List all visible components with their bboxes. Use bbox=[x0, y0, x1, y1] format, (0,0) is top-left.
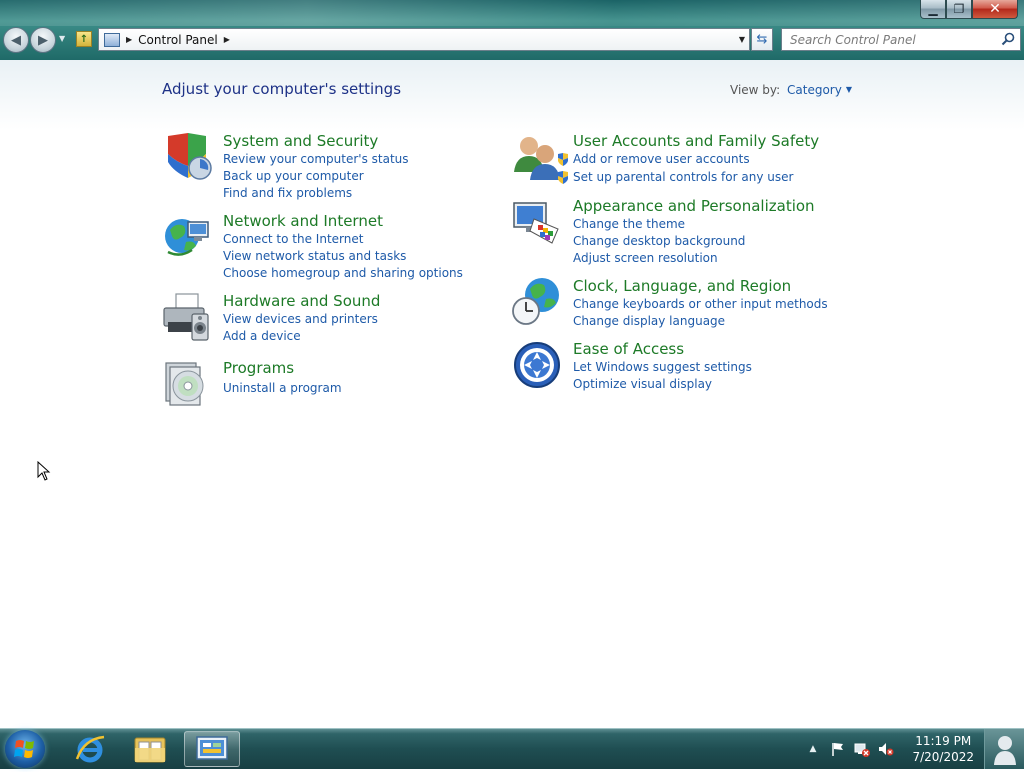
up-folder-icon[interactable]: ↑ bbox=[76, 31, 92, 47]
recent-pages-dropdown[interactable]: ▼ bbox=[59, 34, 65, 43]
windows-logo-icon bbox=[14, 740, 34, 758]
category-title[interactable]: Hardware and Sound bbox=[223, 292, 380, 310]
network-disconnected-icon[interactable] bbox=[854, 741, 871, 757]
search-input[interactable] bbox=[788, 31, 1002, 48]
control-panel-icon bbox=[196, 736, 228, 760]
clock-date: 7/20/2022 bbox=[912, 750, 974, 764]
ease-of-access-icon[interactable] bbox=[512, 340, 562, 390]
category-title[interactable]: Network and Internet bbox=[223, 212, 383, 230]
address-dropdown-icon[interactable]: ▼ bbox=[739, 35, 745, 44]
network-globe-icon[interactable] bbox=[162, 212, 212, 262]
internet-explorer-icon bbox=[75, 735, 105, 763]
link-back-up[interactable]: Back up your computer bbox=[223, 168, 409, 185]
folder-icon bbox=[134, 737, 166, 763]
users-icon[interactable] bbox=[512, 132, 562, 182]
category-title[interactable]: Programs bbox=[223, 359, 294, 377]
uac-shield-icon bbox=[558, 171, 568, 184]
view-by-value[interactable]: Category bbox=[787, 83, 842, 97]
link-keyboards-input[interactable]: Change keyboards or other input methods bbox=[573, 296, 828, 313]
user-silhouette-icon bbox=[993, 736, 1016, 765]
category-title[interactable]: System and Security bbox=[223, 132, 378, 150]
back-arrow-icon: ◀ bbox=[11, 32, 21, 48]
link-add-device[interactable]: Add a device bbox=[223, 328, 378, 345]
monitor-palette-icon[interactable] bbox=[512, 197, 562, 247]
show-desktop-button[interactable] bbox=[984, 729, 1024, 769]
link-optimize-visual[interactable]: Optimize visual display bbox=[573, 376, 752, 393]
link-uninstall-program[interactable]: Uninstall a program bbox=[223, 380, 342, 397]
category-title[interactable]: Appearance and Personalization bbox=[573, 197, 815, 215]
link-label[interactable]: Set up parental controls for any user bbox=[573, 170, 793, 184]
uac-shield-icon bbox=[558, 153, 568, 166]
taskbar-control-panel[interactable] bbox=[184, 731, 240, 767]
link-find-fix[interactable]: Find and fix problems bbox=[223, 185, 409, 202]
link-screen-resolution[interactable]: Adjust screen resolution bbox=[573, 250, 745, 267]
category-title[interactable]: Clock, Language, and Region bbox=[573, 277, 791, 295]
minimize-button[interactable]: ▁ bbox=[920, 0, 946, 19]
clock-globe-icon[interactable] bbox=[512, 277, 562, 327]
close-button[interactable]: ✕ bbox=[972, 0, 1018, 19]
forward-button[interactable]: ▶ bbox=[30, 27, 56, 53]
link-parental-controls[interactable]: Set up parental controls for any user bbox=[557, 169, 793, 186]
forward-arrow-icon: ▶ bbox=[38, 32, 48, 48]
taskbar: ▲ 11:19 PM 7/20/2022 bbox=[0, 728, 1024, 769]
view-by-label: View by: bbox=[730, 83, 781, 97]
page-title: Adjust your computer's settings bbox=[162, 80, 402, 98]
control-panel-icon bbox=[104, 32, 120, 47]
link-network-status[interactable]: View network status and tasks bbox=[223, 248, 463, 265]
breadcrumb-chevron-icon[interactable]: ▶ bbox=[126, 35, 132, 44]
link-label[interactable]: Add or remove user accounts bbox=[573, 152, 750, 166]
link-connect-internet[interactable]: Connect to the Internet bbox=[223, 231, 463, 248]
link-desktop-background[interactable]: Change desktop background bbox=[573, 233, 745, 250]
search-box[interactable] bbox=[781, 28, 1021, 51]
printer-speaker-icon[interactable] bbox=[162, 292, 212, 342]
shield-security-icon[interactable] bbox=[162, 132, 212, 182]
link-windows-suggest[interactable]: Let Windows suggest settings bbox=[573, 359, 752, 376]
system-tray: ▲ 11:19 PM 7/20/2022 bbox=[810, 729, 974, 769]
link-change-theme[interactable]: Change the theme bbox=[573, 216, 745, 233]
back-button[interactable]: ◀ bbox=[3, 27, 29, 53]
view-by-dropdown[interactable]: Category ▼ bbox=[787, 83, 852, 97]
clock-time: 11:19 PM bbox=[915, 734, 972, 748]
window-controls: ▁ ❐ ✕ bbox=[920, 0, 1018, 20]
refresh-button[interactable]: ⇆ bbox=[751, 28, 773, 51]
clock[interactable]: 11:19 PM 7/20/2022 bbox=[912, 733, 974, 765]
mouse-cursor-icon bbox=[37, 461, 51, 481]
link-devices-printers[interactable]: View devices and printers bbox=[223, 311, 378, 328]
link-review-status[interactable]: Review your computer's status bbox=[223, 151, 409, 168]
category-title[interactable]: Ease of Access bbox=[573, 340, 684, 358]
title-bar: ▁ ❐ ✕ ◀ ▶ ▼ ↑ ▶ Control Panel ▶ ▼ ⇆ bbox=[0, 0, 1024, 60]
programs-disc-icon[interactable] bbox=[162, 359, 212, 409]
link-add-remove-users[interactable]: Add or remove user accounts bbox=[557, 151, 793, 168]
control-panel-content: Adjust your computer's settings View by:… bbox=[0, 60, 1024, 728]
taskbar-windows-explorer[interactable] bbox=[122, 731, 178, 767]
breadcrumb-control-panel[interactable]: Control Panel bbox=[138, 33, 218, 47]
category-title[interactable]: User Accounts and Family Safety bbox=[573, 132, 819, 150]
taskbar-internet-explorer[interactable] bbox=[62, 731, 118, 767]
start-button[interactable] bbox=[5, 730, 45, 768]
show-hidden-icons-button[interactable]: ▲ bbox=[810, 744, 817, 754]
search-icon[interactable] bbox=[1001, 32, 1015, 46]
chevron-down-icon[interactable]: ▼ bbox=[846, 85, 852, 94]
action-center-flag-icon[interactable] bbox=[830, 741, 846, 757]
link-homegroup[interactable]: Choose homegroup and sharing options bbox=[223, 265, 463, 282]
breadcrumb-chevron-icon[interactable]: ▶ bbox=[224, 35, 230, 44]
maximize-button[interactable]: ❐ bbox=[946, 0, 972, 19]
refresh-icon: ⇆ bbox=[756, 32, 768, 47]
link-display-language[interactable]: Change display language bbox=[573, 313, 828, 330]
address-bar[interactable]: ▶ Control Panel ▶ ▼ bbox=[98, 28, 750, 51]
volume-muted-icon[interactable] bbox=[878, 741, 894, 757]
